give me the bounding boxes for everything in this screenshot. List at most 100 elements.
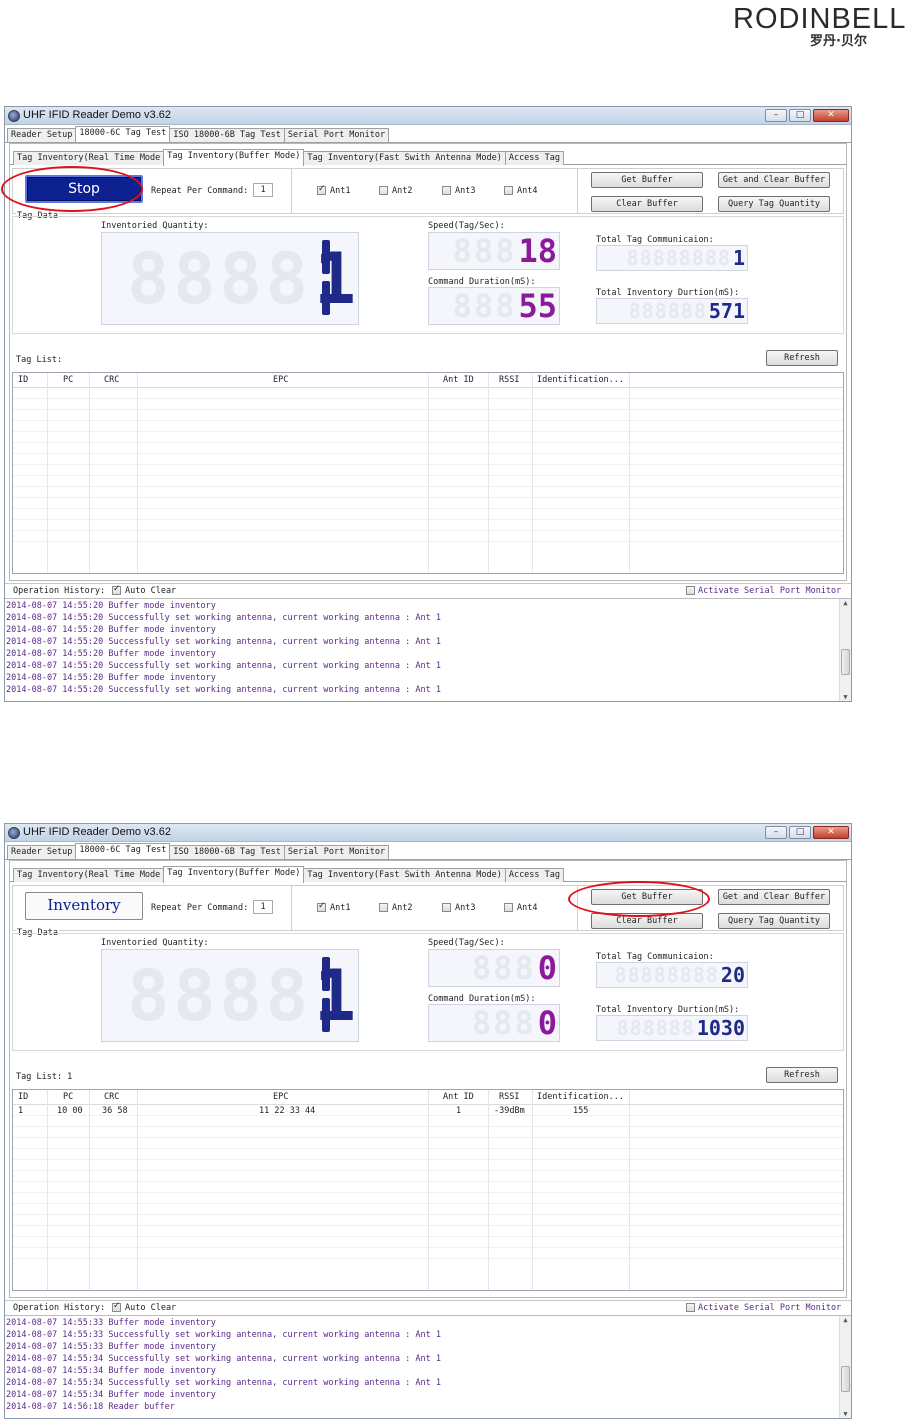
title-bar[interactable]: UHF IFID Reader Demo v3.62 – □ ✕	[5, 107, 851, 125]
tag-data-panel: Inventoried Quantity: 8888 1 Speed(Tag/S…	[12, 933, 844, 1051]
tag-list-table[interactable]: ID PC CRC EPC Ant ID RSSI Identification…	[12, 372, 844, 574]
ant2-checkbox[interactable]	[379, 186, 388, 195]
log-line: 2014-08-07 14:55:20 Successfully set wor…	[6, 613, 441, 623]
col-crc[interactable]: CRC	[104, 375, 119, 385]
speed-value: 0	[537, 949, 557, 987]
get-and-clear-buffer-button[interactable]: Get and Clear Buffer	[718, 172, 830, 188]
col-pc[interactable]: PC	[63, 375, 73, 385]
col-ant-id[interactable]: Ant ID	[443, 1092, 474, 1102]
log-line: 2014-08-07 14:55:20 Buffer mode inventor…	[6, 673, 216, 683]
col-pc[interactable]: PC	[63, 1092, 73, 1102]
log-scrollbar[interactable]: ▲ ▼	[839, 599, 851, 701]
ant3-checkbox[interactable]	[442, 903, 451, 912]
operation-log[interactable]: 2014-08-07 14:55:33 Buffer mode inventor…	[5, 1315, 851, 1418]
scroll-down-icon[interactable]: ▼	[840, 1410, 851, 1418]
ant4-label: Ant4	[517, 903, 538, 913]
subtab-buffer-mode[interactable]: Tag Inventory(Buffer Mode)	[163, 866, 305, 883]
col-id[interactable]: ID	[18, 1092, 28, 1102]
get-buffer-button[interactable]: Get Buffer	[591, 172, 703, 188]
get-and-clear-buffer-button[interactable]: Get and Clear Buffer	[718, 889, 830, 905]
col-epc[interactable]: EPC	[273, 1092, 288, 1102]
auto-clear-checkbox[interactable]	[112, 1301, 121, 1312]
inventory-button[interactable]: Inventory	[25, 892, 143, 920]
maximize-button[interactable]: □	[789, 826, 811, 839]
maximize-button[interactable]: □	[789, 109, 811, 122]
scroll-up-icon[interactable]: ▲	[840, 599, 851, 607]
query-tag-quantity-button[interactable]: Query Tag Quantity	[718, 196, 830, 212]
ant1-checkbox[interactable]	[317, 901, 326, 912]
subtab-fast-switch[interactable]: Tag Inventory(Fast Swith Antenna Mode)	[303, 868, 506, 882]
total-communication-display: 88888888 1	[596, 245, 748, 271]
auto-clear-label: Auto Clear	[125, 1303, 177, 1313]
subtab-real-time[interactable]: Tag Inventory(Real Time Mode	[13, 151, 165, 165]
ant1-checkbox[interactable]	[317, 184, 326, 195]
log-scrollbar[interactable]: ▲ ▼	[839, 1316, 851, 1418]
minimize-button[interactable]: –	[765, 826, 787, 839]
query-tag-quantity-button[interactable]: Query Tag Quantity	[718, 913, 830, 929]
tab-serial-port-monitor[interactable]: Serial Port Monitor	[283, 128, 390, 142]
tab-content: Tag Inventory(Real Time Mode Tag Invento…	[9, 143, 847, 581]
ant4-checkbox[interactable]	[504, 186, 513, 195]
log-line: 2014-08-07 14:55:34 Successfully set wor…	[6, 1378, 441, 1388]
col-ant-id[interactable]: Ant ID	[443, 375, 474, 385]
col-rssi[interactable]: RSSI	[499, 1092, 519, 1102]
log-line: 2014-08-07 14:55:34 Buffer mode inventor…	[6, 1390, 216, 1400]
title-bar[interactable]: UHF IFID Reader Demo v3.62 – □ ✕	[5, 824, 851, 842]
subtab-real-time[interactable]: Tag Inventory(Real Time Mode	[13, 868, 165, 882]
tab-iso-18000-6b[interactable]: ISO 18000-6B Tag Test	[169, 128, 285, 142]
serial-monitor-checkbox[interactable]	[686, 586, 695, 595]
brand-chinese-name: 罗丹·贝尔	[810, 34, 867, 49]
brand-logo: RODINBELL 罗丹·贝尔	[733, 4, 905, 58]
close-button[interactable]: ✕	[813, 826, 849, 839]
scroll-thumb[interactable]	[841, 649, 850, 675]
col-crc[interactable]: CRC	[104, 1092, 119, 1102]
total-communication-value: 20	[720, 963, 745, 987]
lcd-segment-upper	[322, 957, 330, 991]
operation-log[interactable]: 2014-08-07 14:55:20 Buffer mode inventor…	[5, 598, 851, 701]
col-epc[interactable]: EPC	[273, 375, 288, 385]
ant2-checkbox[interactable]	[379, 903, 388, 912]
log-line: 2014-08-07 14:55:33 Buffer mode inventor…	[6, 1318, 216, 1328]
log-line: 2014-08-07 14:55:34 Successfully set wor…	[6, 1354, 441, 1364]
tab-18000-6c[interactable]: 18000-6C Tag Test	[75, 843, 171, 859]
ant3-checkbox[interactable]	[442, 186, 451, 195]
col-identification[interactable]: Identification...	[537, 375, 624, 385]
inventoried-quantity-value: 1	[313, 954, 356, 1037]
refresh-button[interactable]: Refresh	[766, 1067, 838, 1083]
tab-reader-setup[interactable]: Reader Setup	[7, 128, 77, 142]
ant2-label: Ant2	[392, 186, 413, 196]
col-identification[interactable]: Identification...	[537, 1092, 624, 1102]
repeat-input[interactable]: 1	[253, 183, 273, 197]
get-buffer-button[interactable]: Get Buffer	[591, 889, 703, 905]
ant3-label: Ant3	[455, 903, 476, 913]
col-id[interactable]: ID	[18, 375, 28, 385]
tag-data-panel: Inventoried Quantity: 8888 1 Speed(Tag/S…	[12, 216, 844, 334]
scroll-up-icon[interactable]: ▲	[840, 1316, 851, 1324]
scroll-thumb[interactable]	[841, 1366, 850, 1392]
tab-content: Tag Inventory(Real Time Mode Tag Invento…	[9, 860, 847, 1298]
auto-clear-checkbox[interactable]	[112, 584, 121, 595]
subtab-fast-switch[interactable]: Tag Inventory(Fast Swith Antenna Mode)	[303, 151, 506, 165]
subtab-buffer-mode[interactable]: Tag Inventory(Buffer Mode)	[163, 149, 305, 166]
subtab-access-tag[interactable]: Access Tag	[504, 151, 565, 165]
repeat-input[interactable]: 1	[253, 900, 273, 914]
refresh-button[interactable]: Refresh	[766, 350, 838, 366]
tab-iso-18000-6b[interactable]: ISO 18000-6B Tag Test	[169, 845, 285, 859]
close-button[interactable]: ✕	[813, 109, 849, 122]
repeat-label: Repeat Per Command:	[151, 903, 249, 913]
command-duration-label: Command Duration(mS):	[428, 277, 536, 287]
tag-list-table[interactable]: ID PC CRC EPC Ant ID RSSI Identification…	[12, 1089, 844, 1291]
table-row[interactable]: 1 10 00 36 58 11 22 33 44 1 -39dBm 155	[13, 1106, 843, 1118]
tab-serial-port-monitor[interactable]: Serial Port Monitor	[283, 845, 390, 859]
clear-buffer-button[interactable]: Clear Buffer	[591, 913, 703, 929]
scroll-down-icon[interactable]: ▼	[840, 693, 851, 701]
minimize-button[interactable]: –	[765, 109, 787, 122]
tab-18000-6c[interactable]: 18000-6C Tag Test	[75, 126, 171, 142]
tab-reader-setup[interactable]: Reader Setup	[7, 845, 77, 859]
clear-buffer-button[interactable]: Clear Buffer	[591, 196, 703, 212]
serial-monitor-checkbox[interactable]	[686, 1303, 695, 1312]
subtab-access-tag[interactable]: Access Tag	[504, 868, 565, 882]
stop-button[interactable]: Stop	[25, 175, 143, 203]
ant4-checkbox[interactable]	[504, 903, 513, 912]
col-rssi[interactable]: RSSI	[499, 375, 519, 385]
